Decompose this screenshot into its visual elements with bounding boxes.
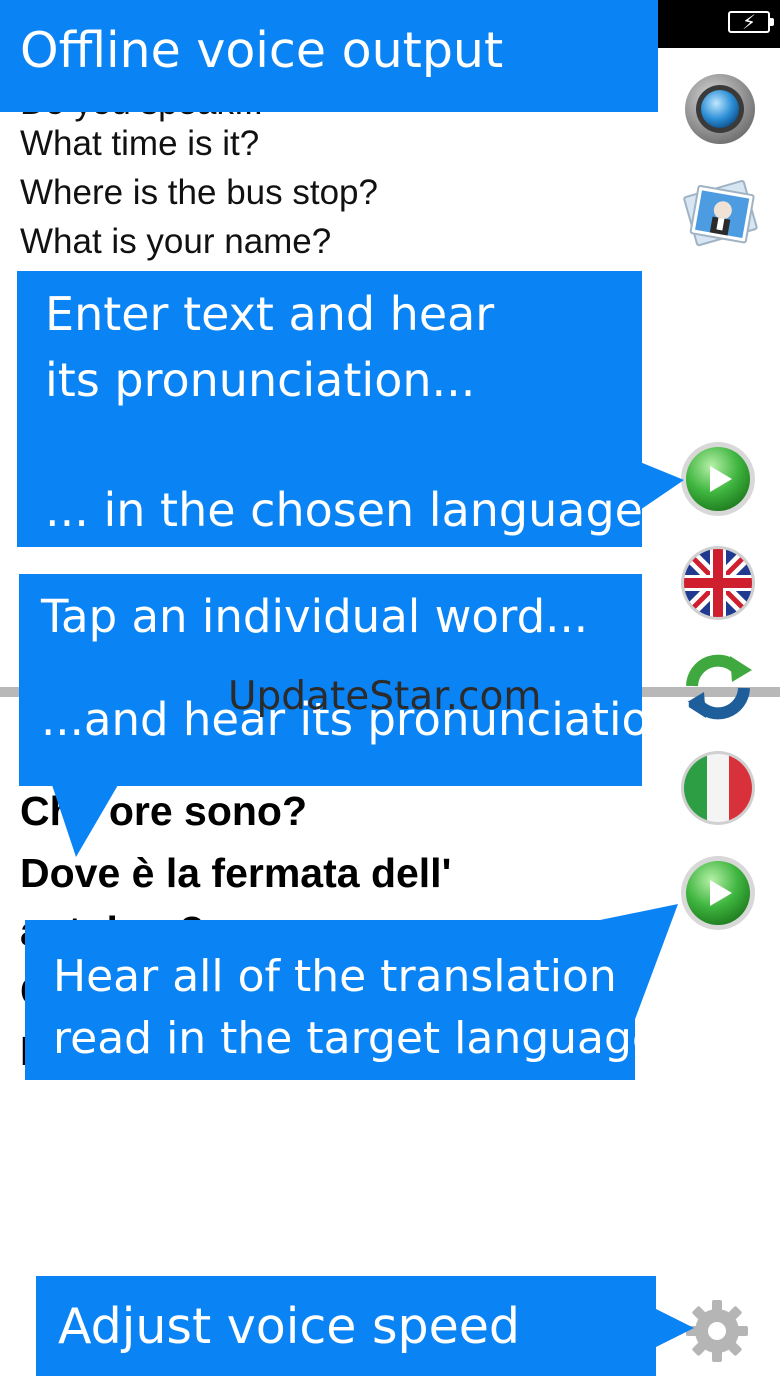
watermark: UpdateStar.com [228, 674, 542, 719]
callout-text: Hear all of the translation [53, 951, 617, 1002]
source-phrase[interactable]: What time is it? [20, 124, 259, 164]
callout-text: Adjust voice speed [58, 1298, 521, 1355]
source-phrase[interactable]: Where is the bus stop? [20, 173, 378, 213]
photos-icon[interactable] [680, 176, 762, 254]
callout-pointer [654, 1308, 694, 1348]
callout-hear-translation: Hear all of the translation read in the … [25, 920, 659, 1080]
callout-text: ... in the chosen language! [45, 483, 662, 537]
callout-text: read in the target language [53, 1013, 659, 1064]
callout-pointer [640, 462, 684, 510]
callout-pointer [52, 785, 118, 857]
callout-text: Tap an individual word... [41, 590, 589, 643]
callout-text: its pronunciation... [45, 353, 476, 407]
italy-flag-icon[interactable] [679, 749, 757, 827]
play-icon[interactable] [679, 440, 757, 518]
battery-charging-icon: ⚡ [728, 10, 774, 34]
callout-offline-voice: Offline voice output [0, 0, 658, 112]
callout-text: Enter text and hear [45, 287, 495, 341]
play-icon[interactable] [679, 854, 757, 932]
uk-flag-icon[interactable] [679, 544, 757, 622]
callout-enter-text: Enter text and hear its pronunciation...… [17, 271, 662, 547]
callout-voice-speed: Adjust voice speed [36, 1276, 656, 1376]
camera-icon[interactable] [683, 72, 757, 146]
callout-text: Offline voice output [20, 22, 504, 79]
source-phrase[interactable]: What is your name? [20, 222, 331, 262]
